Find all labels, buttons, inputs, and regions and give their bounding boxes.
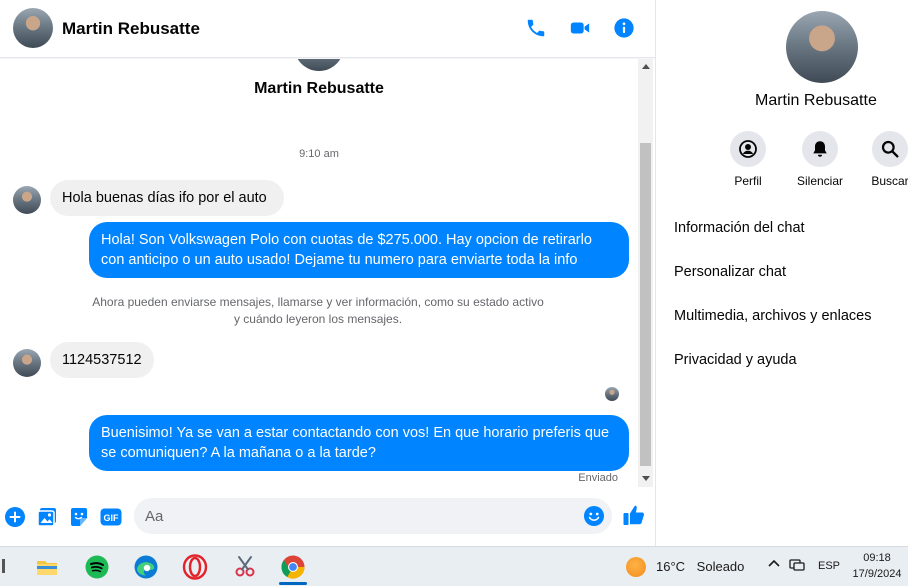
- weather-widget[interactable]: 16°C Soleado: [656, 559, 744, 574]
- message-list: Martin Rebusatte 9:10 am Hola buenas día…: [0, 59, 638, 487]
- contact-avatar-large: [294, 59, 344, 71]
- scroll-up-arrow[interactable]: [642, 64, 650, 69]
- section-customize-chat[interactable]: Personalizar chat: [674, 264, 786, 280]
- taskbar: 16°C Soleado ESP 09:18 17/9/2024: [0, 546, 908, 586]
- scroll-thumb[interactable]: [640, 143, 651, 466]
- action-label: Silenciar: [796, 174, 844, 188]
- message-avatar[interactable]: [13, 186, 41, 214]
- profile-icon[interactable]: [730, 131, 766, 167]
- gif-icon[interactable]: GIF: [99, 505, 123, 529]
- spotify-icon[interactable]: [77, 549, 117, 585]
- svg-text:GIF: GIF: [104, 513, 120, 523]
- read-receipt-avatar: [605, 387, 619, 401]
- chrome-icon[interactable]: [273, 549, 313, 585]
- message-bubble-outgoing[interactable]: Buenisimo! Ya se van a estar contactando…: [89, 415, 629, 471]
- phone-icon[interactable]: [525, 17, 547, 39]
- image-icon[interactable]: [35, 505, 59, 529]
- sticker-icon[interactable]: [67, 505, 91, 529]
- message-bubble-incoming[interactable]: 1124537512: [50, 342, 154, 378]
- bell-icon[interactable]: [802, 131, 838, 167]
- clock[interactable]: 09:18 17/9/2024: [846, 550, 908, 582]
- action-profile[interactable]: Perfil: [713, 131, 783, 188]
- action-label: Perfil: [734, 174, 762, 188]
- message-timestamp: 9:10 am: [299, 148, 339, 160]
- message-bubble-incoming[interactable]: Hola buenas días ifo por el auto: [50, 180, 284, 216]
- emoji-icon[interactable]: [582, 504, 606, 528]
- weather-sun-icon[interactable]: [626, 557, 646, 577]
- chevron-up-icon[interactable]: [767, 556, 781, 573]
- contact-avatar-profile[interactable]: [786, 11, 858, 83]
- edge-icon[interactable]: [126, 549, 166, 585]
- network-icon[interactable]: [789, 557, 805, 574]
- message-composer: GIF: [0, 490, 655, 544]
- opera-icon[interactable]: [175, 549, 215, 585]
- video-icon[interactable]: [569, 17, 591, 39]
- action-label: Buscar: [871, 174, 908, 188]
- language-indicator[interactable]: ESP: [818, 560, 840, 572]
- weather-temperature: 16°C: [656, 559, 686, 574]
- contact-name[interactable]: Martin Rebusatte: [62, 19, 200, 39]
- like-icon[interactable]: [622, 503, 646, 527]
- message-input[interactable]: [145, 498, 575, 534]
- message-bubble-outgoing[interactable]: Hola! Son Volkswagen Polo con cuotas de …: [89, 222, 629, 278]
- contact-avatar[interactable]: [13, 8, 53, 48]
- weather-condition: Soleado: [696, 559, 745, 574]
- clock-date: 17/9/2024: [852, 568, 902, 580]
- profile-contact-name: Martin Rebusatte: [755, 92, 877, 109]
- chat-info-panel: Martin Rebusatte Perfil Silenciar Buscar…: [656, 0, 908, 546]
- file-explorer-icon[interactable]: [27, 549, 67, 585]
- action-search[interactable]: Buscar: [855, 131, 908, 188]
- taskbar-edge-handle[interactable]: [2, 559, 5, 573]
- message-input-container: [134, 498, 612, 534]
- message-avatar[interactable]: [13, 349, 41, 377]
- messenger-window: Martin Rebusatte Martin Rebusatte 9:10 a…: [0, 0, 908, 586]
- message-status: Enviado: [578, 472, 618, 484]
- conversation-contact-name: Martin Rebusatte: [254, 80, 384, 97]
- section-privacy-help[interactable]: Privacidad y ayuda: [674, 352, 797, 368]
- snipping-tool-icon[interactable]: [225, 549, 265, 585]
- chat-header: Martin Rebusatte: [0, 0, 655, 58]
- clock-time: 09:18: [863, 552, 891, 564]
- section-chat-info[interactable]: Información del chat: [674, 220, 805, 236]
- scroll-down-arrow[interactable]: [642, 476, 650, 481]
- system-notice: Ahora pueden enviarse mensajes, llamarse…: [92, 295, 544, 326]
- action-mute[interactable]: Silenciar: [785, 131, 855, 188]
- section-media-files-links[interactable]: Multimedia, archivos y enlaces: [674, 308, 871, 324]
- search-icon[interactable]: [872, 131, 908, 167]
- info-icon[interactable]: [613, 17, 635, 39]
- message-scrollbar[interactable]: [638, 59, 653, 487]
- plus-icon[interactable]: [3, 505, 27, 529]
